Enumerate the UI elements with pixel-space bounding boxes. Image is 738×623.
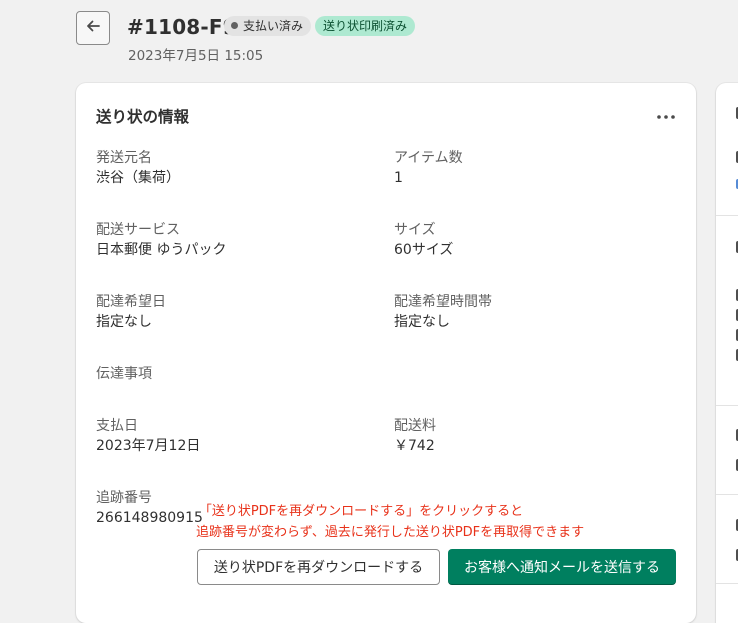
field-value[interactable]: 266148980915 xyxy=(96,508,203,528)
shipping-label-card: 送り状の情報 発送元名 渋谷（集荷） アイテム数 1 配送サービス 日本郵便 ゆ… xyxy=(76,83,696,623)
field-tracking-number: 追跡番号 266148980915 xyxy=(96,488,203,528)
status-dot-icon xyxy=(231,22,238,29)
field-service: 配送サービス 日本郵便 ゆうパック xyxy=(96,220,226,260)
field-item-count: アイテム数 1 xyxy=(394,148,463,188)
divider xyxy=(716,405,738,406)
field-value: 60サイズ xyxy=(394,242,454,258)
more-actions-button[interactable] xyxy=(654,103,678,123)
field-message: 伝達事項 xyxy=(96,364,152,384)
divider xyxy=(716,215,738,216)
side-card xyxy=(716,83,738,623)
annotation-line: 「送り状PDFを再ダウンロードする」をクリックすると xyxy=(198,504,524,519)
field-label: 発送元名 xyxy=(96,150,152,166)
field-label: 配達希望日 xyxy=(96,294,166,310)
field-value: 渋谷（集荷） xyxy=(96,170,180,186)
field-payment-date: 支払日 2023年7月12日 xyxy=(96,416,200,456)
field-size: サイズ 60サイズ xyxy=(394,220,453,260)
field-value: 指定なし xyxy=(96,314,152,330)
field-label: サイズ xyxy=(394,222,436,238)
field-value: 2023年7月12日 xyxy=(96,438,201,454)
field-origin: 発送元名 渋谷（集荷） xyxy=(96,148,180,188)
field-shipping-fee: 配送料 ￥742 xyxy=(394,416,436,456)
annotation-line: 追跡番号が変わらず、過去に発行した送り状PDFを再取得できます xyxy=(196,525,585,540)
field-delivery-date: 配達希望日 指定なし xyxy=(96,292,166,332)
payment-status-badge: 支払い済み xyxy=(224,16,312,36)
field-value: 指定なし xyxy=(394,314,450,330)
send-notification-button[interactable]: お客様へ通知メールを送信する xyxy=(448,549,676,585)
redownload-pdf-button[interactable]: 送り状PDFを再ダウンロードする xyxy=(197,549,440,585)
field-value: ￥742 xyxy=(394,438,435,454)
divider xyxy=(716,583,738,584)
order-date: 2023年7月5日 15:05 xyxy=(128,48,264,64)
payment-status-label: 支払い済み xyxy=(243,19,304,33)
divider xyxy=(716,494,738,495)
field-label: 配送料 xyxy=(394,418,436,434)
field-label: アイテム数 xyxy=(394,150,463,166)
field-label: 配達希望時間帯 xyxy=(394,294,492,310)
field-label: 配送サービス xyxy=(96,222,180,238)
field-delivery-time: 配達希望時間帯 指定なし xyxy=(394,292,492,332)
field-label: 追跡番号 xyxy=(96,490,152,506)
field-value: 1 xyxy=(394,170,403,186)
card-title: 送り状の情報 xyxy=(96,108,190,126)
page-title: #1108-F9 xyxy=(127,15,237,39)
field-label: 伝達事項 xyxy=(96,366,152,382)
annotation-note: 「送り状PDFを再ダウンロードする」をクリックすると 追跡番号が変わらず、過去に… xyxy=(196,501,585,543)
more-horizontal-icon xyxy=(657,104,675,123)
field-label: 支払日 xyxy=(96,418,138,434)
arrow-left-icon xyxy=(85,18,101,38)
field-value: 日本郵便 ゆうパック xyxy=(96,242,227,258)
label-status-badge: 送り状印刷済み xyxy=(315,16,416,36)
back-button[interactable] xyxy=(76,11,110,45)
